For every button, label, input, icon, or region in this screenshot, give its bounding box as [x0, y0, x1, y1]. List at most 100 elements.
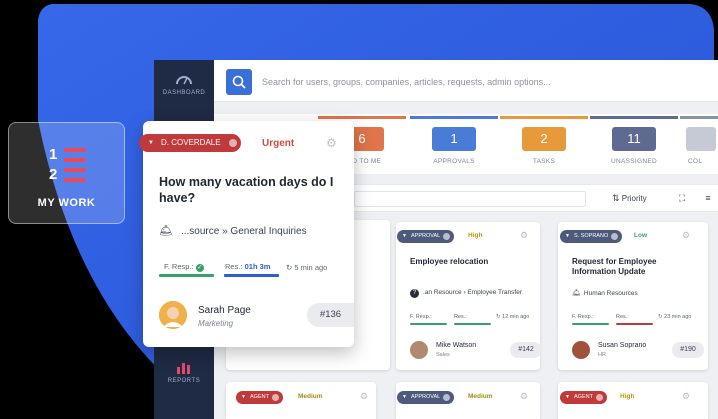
ticket-number[interactable]: #190: [672, 342, 704, 358]
tab-label: APPROVALS: [433, 158, 475, 165]
priority-label: Priority: [621, 194, 647, 203]
priority-badge: Medium: [298, 393, 323, 400]
first-response-bar: [159, 274, 214, 277]
caret-down-icon: ▼: [565, 394, 570, 400]
person-photo-icon: [159, 301, 187, 329]
resolution-label: Res.:: [454, 314, 467, 320]
priority-badge: Medium: [468, 393, 493, 400]
tab-tasks[interactable]: 2 TASKS: [500, 116, 588, 172]
close-icon[interactable]: [271, 394, 279, 401]
bar-chart-icon: [177, 363, 190, 374]
numbered-list-icon: 1 2: [49, 146, 86, 183]
more-icon: ≡: [705, 193, 711, 203]
gear-icon[interactable]: ⚙: [520, 230, 528, 241]
expand-button[interactable]: ⛶: [672, 189, 692, 207]
avatar: [410, 341, 428, 359]
gauge-icon: [176, 76, 192, 85]
filter-input[interactable]: [354, 191, 586, 207]
person-name: Sarah Page: [198, 305, 251, 316]
close-icon[interactable]: [443, 394, 451, 401]
priority-sort-button[interactable]: ⇅ Priority: [612, 189, 668, 207]
ticket-number[interactable]: #136: [307, 303, 354, 327]
ticket-path: 🛎 Human Resources: [572, 289, 638, 297]
gear-icon[interactable]: ⚙: [520, 391, 528, 402]
assignee-pill[interactable]: ▼ D. COVERDALE: [139, 134, 241, 152]
tag-pill[interactable]: ▼ AGENT: [236, 391, 283, 404]
ticket-title: Employee relocation: [410, 257, 489, 266]
resolution-bar: [224, 274, 279, 277]
first-response-label: F. Resp.:: [410, 314, 432, 320]
caret-down-icon: ▼: [565, 233, 570, 239]
tag-pill[interactable]: ▼ AGENT: [560, 391, 607, 404]
resolution-bar: [454, 323, 491, 325]
person-dept: Marketing: [198, 319, 234, 328]
person-dept: Sales: [436, 352, 450, 358]
avatar: [159, 301, 187, 329]
time-ago: ↻ 12 min ago: [496, 314, 529, 320]
bell-icon: 🛎: [572, 290, 581, 297]
priority-badge: Urgent: [262, 138, 295, 149]
bell-icon: 🛎: [159, 225, 173, 237]
priority-badge: Low: [634, 232, 647, 239]
tab-col[interactable]: COL: [680, 116, 718, 172]
ticket-path: 🛎 ...source » General Inquiries: [159, 224, 307, 237]
more-button[interactable]: ≡: [698, 189, 718, 207]
search-button[interactable]: [226, 69, 252, 95]
tab-label: UNASSIGNED: [611, 158, 657, 165]
assignee-label: D. COVERDALE: [161, 138, 221, 147]
resolution-label: Res.: 01h 3m: [225, 262, 270, 271]
close-icon[interactable]: [443, 233, 451, 240]
first-response-text: F. Resp.:: [164, 262, 194, 271]
tag-label: AGENT: [574, 394, 593, 400]
caret-down-icon: ▼: [148, 140, 154, 146]
sidebar-item-reports[interactable]: REPORTS: [154, 360, 214, 384]
tag-label: APPROVAL: [411, 233, 441, 239]
time-ago: ↻ 23 min ago: [658, 314, 691, 320]
tab-count: 2: [522, 127, 566, 151]
path-text: Human Resources: [583, 290, 638, 297]
close-icon[interactable]: [611, 233, 619, 240]
first-response-bar: [410, 323, 447, 325]
sidebar-item-label: DASHBOARD: [162, 90, 206, 96]
tab-label: TASKS: [532, 158, 556, 165]
person-name: Susan Soprano: [598, 342, 647, 349]
tab-count: [686, 127, 716, 151]
gear-icon[interactable]: ⚙: [682, 391, 690, 402]
close-icon[interactable]: [595, 394, 603, 401]
tab-approvals[interactable]: 1 APPROVALS: [410, 116, 498, 172]
resolution-label: Res.:: [616, 314, 629, 320]
caret-down-icon: ▼: [241, 394, 246, 400]
first-response-label: F. Resp.: ✓: [164, 262, 204, 272]
tag-label: AGENT: [250, 394, 269, 400]
stage: DASHBOARD REPORTS 6 NED TO ME 1 APPROVAL…: [0, 0, 718, 419]
person-name: Mike Watson: [436, 342, 477, 349]
gear-icon[interactable]: ⚙: [360, 391, 368, 402]
refresh-icon: ↻: [496, 314, 501, 320]
close-icon[interactable]: [228, 139, 237, 147]
ticket-path: ? .an Resource › Employee Transfer: [410, 289, 522, 298]
search-input[interactable]: [256, 69, 718, 95]
tag-pill[interactable]: ▼ APPROVAL: [397, 391, 455, 404]
gear-icon[interactable]: ⚙: [326, 136, 337, 150]
resolution-time: 01h 3m: [244, 262, 271, 271]
caret-down-icon: ▼: [402, 233, 407, 239]
time-ago-text: 12 min ago: [502, 314, 530, 320]
resolution-bar: [616, 323, 653, 325]
resolution-text: Res.:: [225, 262, 243, 271]
avatar: [572, 341, 590, 359]
person-dept: HR: [598, 352, 606, 358]
refresh-icon: ↻: [658, 314, 663, 320]
tag-label: APPROVAL: [411, 394, 441, 400]
ticket-title: Request for Employee Information Update: [572, 257, 657, 276]
sidebar-item-dashboard[interactable]: DASHBOARD: [154, 72, 214, 96]
gear-icon[interactable]: ⚙: [682, 230, 690, 241]
tab-unassigned[interactable]: 11 UNASSIGNED: [590, 116, 678, 172]
tab-label: COL: [688, 158, 703, 165]
tag-pill[interactable]: ▼ S. SOPRANO: [560, 230, 623, 243]
svg-text:2: 2: [49, 166, 57, 183]
check-icon: ✓: [195, 264, 204, 272]
tag-pill[interactable]: ▼ APPROVAL: [397, 230, 455, 243]
expand-icon: ⛶: [678, 193, 686, 203]
ticket-number[interactable]: #142: [510, 342, 542, 358]
time-ago-text: 23 min ago: [664, 314, 692, 320]
